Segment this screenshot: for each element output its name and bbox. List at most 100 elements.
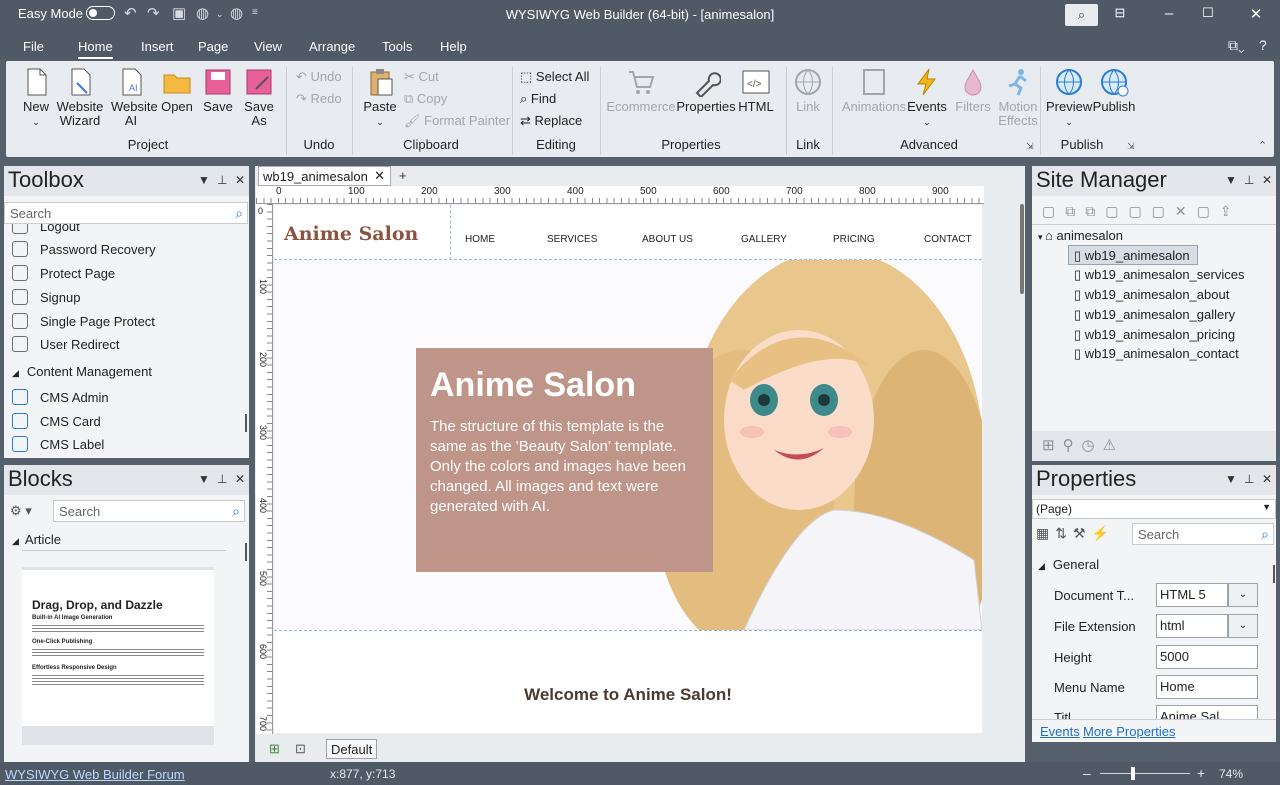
blocks-search-input[interactable]: Search ⌕ [53,500,245,522]
panel-menu-icon[interactable]: ▼ [198,173,210,187]
page-canvas[interactable]: Anime Salon HOME SERVICES ABOUT US GALLE… [274,205,982,733]
toolbox-item-password-recovery[interactable]: Password Recovery [12,239,156,261]
prop-title-value[interactable]: Anime Sal [1156,705,1258,719]
hero-text-box[interactable]: Anime Salon The structure of this templa… [416,348,713,572]
chevron-down-icon[interactable]: ⌄ [1228,614,1258,638]
dialog-launcher-icon[interactable]: ⇲ [1127,141,1135,152]
prop-file-extension-value[interactable]: html [1156,614,1228,638]
paste-button[interactable]: Paste ⌄ [360,67,400,129]
close-panel-icon[interactable]: ✕ [1262,472,1272,486]
zoom-slider-track[interactable] [1100,773,1190,774]
new-button[interactable]: New ⌄ [16,67,56,129]
menu-insert[interactable]: Insert [141,39,174,54]
scrollbar[interactable] [245,414,247,432]
cut-button[interactable]: ✂ Cut [404,69,439,85]
menu-help[interactable]: Help [440,39,467,54]
close-panel-icon[interactable]: ✕ [235,472,245,486]
copy-button[interactable]: ⧉ Copy [404,91,447,107]
dialog-launcher-icon[interactable]: ⇲ [1026,141,1034,152]
header-bar[interactable]: Anime Salon HOME SERVICES ABOUT US GALLE… [274,205,982,260]
toolbox-item-cms-label[interactable]: CMS Label [12,434,104,456]
article-block-thumbnail[interactable]: Drag, Drop, and Dazzle Built-in AI Image… [22,567,214,745]
menu-view[interactable]: View [254,39,282,54]
add-tab-icon[interactable]: + [399,168,407,183]
save-button[interactable]: Save [199,67,237,114]
save-as-button[interactable]: Save As [240,67,278,128]
maximize-icon[interactable]: ☐ [1198,5,1218,21]
menu-file[interactable]: File [23,39,44,54]
site-logo[interactable]: Anime Salon [284,223,418,245]
select-all-button[interactable]: ⬚ Select All [520,69,589,85]
tab-wb19-animesalon[interactable]: wb19_animesalon ✕ [258,166,391,186]
pin-icon[interactable]: ⊥ [217,472,227,486]
nav-about-us[interactable]: ABOUT US [642,234,693,245]
close-tab-icon[interactable]: ✕ [374,168,385,184]
format-painter-button[interactable]: 🖌 Format Painter [404,113,510,129]
undo-button[interactable]: ↶ Undo [296,69,342,85]
toolbox-item-cms-card[interactable]: CMS Card [12,411,101,433]
page-item-pricing[interactable]: ▯ wb19_animesalon_pricing [1074,327,1235,343]
properties-toolbar[interactable]: ▦⇅⚒⚡ [1036,525,1115,542]
nav-contact[interactable]: CONTACT [924,234,972,245]
menu-arrange[interactable]: Arrange [309,39,355,54]
properties-search-input[interactable]: Search ⌕ [1132,523,1274,545]
content-management-section[interactable]: ◢ Content Management [12,361,152,383]
link-button[interactable]: Link [790,67,826,114]
collapse-ribbon-icon[interactable]: ⌃ [1258,139,1267,152]
nav-gallery[interactable]: GALLERY [741,234,787,245]
toolbox-item-single-page-protect[interactable]: Single Page Protect [12,311,155,333]
panel-menu-icon[interactable]: ▼ [1225,472,1237,486]
menu-page[interactable]: Page [198,39,228,54]
toolbox-item-user-redirect[interactable]: User Redirect [12,334,119,356]
add-page-icon[interactable]: ⊞ [269,741,280,757]
panel-menu-icon[interactable]: ▼ [1225,173,1237,187]
publish-button[interactable]: Publish [1092,67,1136,114]
toolbox-item-logout[interactable]: Logout [12,224,80,238]
gear-icon[interactable]: ⚙ ▾ [10,503,32,519]
page-item-contact[interactable]: ▯ wb19_animesalon_contact [1074,346,1239,362]
nav-home[interactable]: HOME [465,234,495,245]
nav-pricing[interactable]: PRICING [833,234,875,245]
minimize-icon[interactable]: – [1159,5,1179,22]
pin-icon[interactable]: ⊥ [1244,173,1254,187]
welcome-heading[interactable]: Welcome to Anime Salon! [274,685,982,705]
page-item-services[interactable]: ▯ wb19_animesalon_services [1074,267,1244,283]
toolbox-item-protect-page[interactable]: Protect Page [12,263,115,285]
prop-menu-name-value[interactable]: Home [1156,675,1258,699]
site-manager-toolbar[interactable]: ▢⧉⧉▢▢▢✕▢⇪ [1042,203,1242,220]
page-item-home[interactable]: ▯ wb19_animesalon [1074,248,1190,264]
pin-icon[interactable]: ⊥ [1244,472,1254,486]
open-button[interactable]: Open [157,67,197,114]
prop-height-value[interactable]: 5000 [1156,645,1258,669]
scrollbar[interactable] [245,543,247,561]
events-button[interactable]: Events ⌄ [906,67,948,129]
website-ai-button[interactable]: AI Website AI [106,67,158,128]
toolbox-search-input[interactable]: Search ⌕ [4,202,248,224]
page-item-gallery[interactable]: ▯ wb19_animesalon_gallery [1074,307,1235,323]
zoom-out-icon[interactable]: – [1083,765,1091,781]
site-tools-icons[interactable]: ⊞⚲◷⚠ [1042,436,1124,454]
toolbox-item-cms-admin[interactable]: CMS Admin [12,387,109,409]
object-selector[interactable]: (Page) ▼ [1032,499,1276,519]
pin-icon[interactable]: ⊥ [217,173,227,187]
zoom-in-icon[interactable]: + [1197,765,1205,781]
zoom-slider-thumb[interactable] [1131,767,1135,780]
filters-button[interactable]: Filters [952,67,994,114]
properties-button[interactable]: Properties [676,67,736,114]
page-item-about[interactable]: ▯ wb19_animesalon_about [1074,287,1229,303]
animations-button[interactable]: Animations [840,67,908,114]
events-link[interactable]: Events [1040,724,1080,739]
nav-services[interactable]: SERVICES [547,234,597,245]
panel-menu-icon[interactable]: ▼ [198,472,210,486]
close-panel-icon[interactable]: ✕ [1262,173,1272,187]
scrollbar[interactable] [1273,565,1275,583]
ribbon-options-icon[interactable]: ⧉⌄ [1228,37,1245,54]
close-panel-icon[interactable]: ✕ [235,173,245,187]
menu-home[interactable]: Home [78,39,113,59]
find-button[interactable]: ⌕ Find [520,91,556,107]
prop-doctype-value[interactable]: HTML 5 [1156,583,1228,607]
forum-link[interactable]: WYSIWYG Web Builder Forum [5,767,185,782]
preview-button[interactable]: Preview ⌄ [1046,67,1092,129]
redo-button[interactable]: ↷ Redo [296,91,342,107]
toolbox-item-signup[interactable]: Signup [12,287,80,309]
